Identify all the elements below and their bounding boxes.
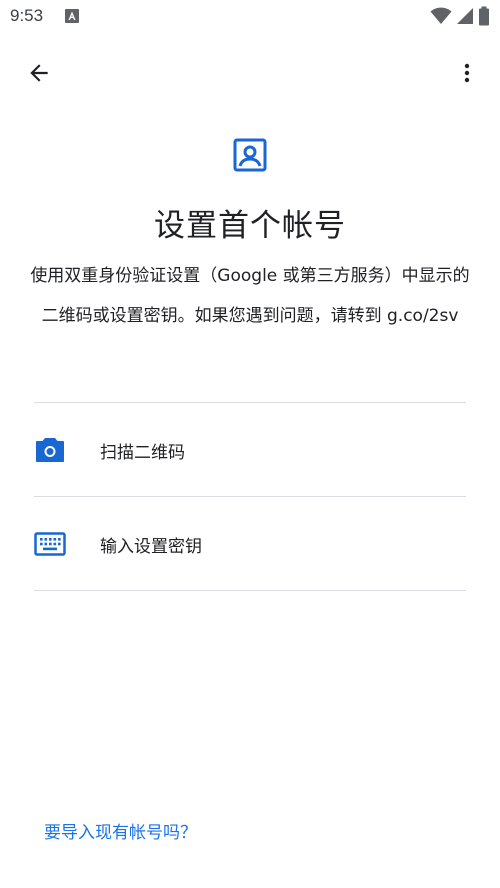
page-title: 设置首个帐号 [154,208,346,244]
back-button[interactable] [16,50,62,96]
account-box-icon [233,138,267,172]
divider [34,590,466,591]
status-bar: 9:53 [0,0,500,34]
more-vert-icon [464,63,470,83]
keyboard-icon [34,532,66,556]
battery-icon [479,6,489,26]
status-time: 9:53 [10,6,44,25]
scan-qr-code-label: 扫描二维码 [100,443,185,463]
scan-qr-code-option[interactable]: 扫描二维码 [0,403,500,497]
camera-icon [36,438,64,462]
import-existing-accounts-link[interactable]: 要导入现有帐号吗？ [44,818,197,843]
cellular-signal-icon [457,8,473,24]
notification-app-icon [65,9,79,23]
app-bar [0,46,500,102]
enter-setup-key-option[interactable]: 输入设置密钥 [0,497,500,591]
arrow-back-icon [30,64,48,82]
more-options-button[interactable] [444,50,490,96]
app-screen: 9:53 设置首个帐号 使用双重身份验证设置（Google 或第三方服务）中显示… [0,0,500,888]
enter-setup-key-label: 输入设置密钥 [100,537,202,557]
status-icons [430,6,490,26]
description-text: 使用双重身份验证设置（Google 或第三方服务）中显示的二维码或设置密钥。如果… [30,266,470,326]
wifi-icon [430,7,452,24]
